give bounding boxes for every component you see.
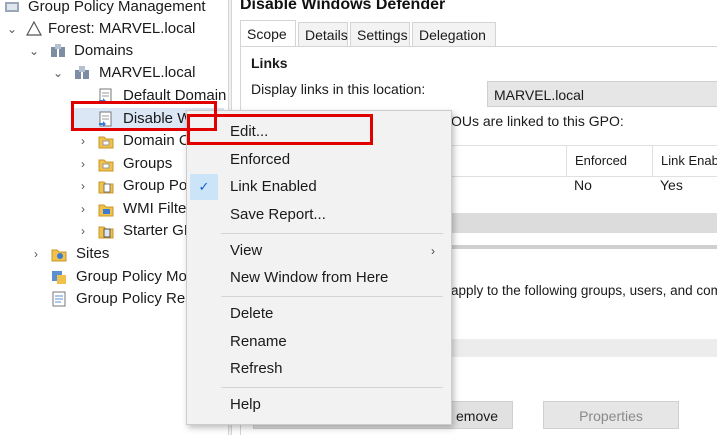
tab-details[interactable]: Details [298, 22, 348, 46]
tree-item-group-policy-management[interactable]: Group Policy Management [0, 0, 230, 18]
starter-gpo-folder-icon [98, 226, 114, 239]
tree-item-label: Domain C [123, 132, 190, 149]
domains-icon [51, 44, 65, 57]
linked-ous-text: OUs are linked to this GPO: [451, 113, 624, 129]
column-header-enforced[interactable]: Enforced [566, 146, 652, 176]
expand-chevron-icon[interactable]: › [77, 130, 89, 152]
tab-scope[interactable]: Scope [240, 20, 296, 46]
display-links-label: Display links in this location: [251, 81, 426, 97]
expand-chevron-icon[interactable]: ⌄ [28, 40, 40, 62]
tree-item-label: Group Po [123, 177, 188, 194]
remove-button-label: emove [456, 408, 499, 424]
tree-item-forest[interactable]: ⌄ Forest: MARVEL.local [0, 18, 230, 40]
menu-item-new-window-from-here[interactable]: New Window from Here [187, 265, 451, 291]
sites-icon [51, 249, 67, 262]
cell-link-enabled: Yes [660, 177, 683, 193]
tab-settings[interactable]: Settings [350, 22, 410, 46]
menu-item-view[interactable]: View › [187, 238, 451, 264]
tree-item-label: Group Policy Management [28, 0, 206, 15]
tab-delegation[interactable]: Delegation [412, 22, 496, 46]
highlight-box-edit [187, 114, 373, 145]
menu-item-label: Rename [230, 333, 287, 350]
menu-item-delete[interactable]: Delete [187, 301, 451, 327]
menu-item-enforced[interactable]: Enforced [187, 147, 451, 173]
tree-item-marvel-local[interactable]: ⌄ MARVEL.local [0, 62, 230, 84]
tree-item-label: MARVEL.local [99, 64, 196, 81]
tree-item-domains[interactable]: ⌄ Domains [0, 40, 230, 62]
menu-item-label: New Window from Here [230, 269, 389, 286]
menu-item-label: Delete [230, 305, 274, 322]
menu-item-label: Help [230, 396, 261, 413]
expand-chevron-icon[interactable]: › [77, 220, 89, 242]
expand-chevron-icon[interactable]: › [77, 175, 89, 197]
menu-separator [221, 296, 443, 297]
tree-item-label: Group Policy Res [76, 290, 193, 307]
gpo-folder-icon [98, 181, 114, 194]
menu-item-refresh[interactable]: Refresh [187, 356, 451, 382]
tree-item-label: Domains [74, 42, 134, 59]
check-icon: ✓ [190, 174, 218, 200]
domain-icon [75, 66, 89, 79]
ou-folder-icon [98, 136, 114, 149]
ou-folder-icon [98, 159, 114, 172]
gpo-title: Disable Windows Defender [240, 0, 446, 13]
tree-item-label: Forest: MARVEL.local [48, 20, 196, 37]
cell-enforced: No [574, 177, 592, 193]
tree-item-label: Group Policy Mo [76, 268, 187, 285]
menu-item-label: Enforced [230, 151, 291, 168]
expand-chevron-icon[interactable]: ⌄ [6, 18, 18, 40]
expand-chevron-icon[interactable]: › [77, 198, 89, 220]
expand-chevron-icon[interactable]: › [77, 153, 89, 175]
menu-item-label: Refresh [230, 360, 283, 377]
tree-item-label: Sites [76, 245, 110, 262]
menu-item-save-report[interactable]: Save Report... [187, 202, 451, 228]
column-header-link-enabled[interactable]: Link Enab [652, 146, 717, 176]
tree-item-label: WMI Filte [123, 200, 187, 217]
menu-item-label: Link Enabled [230, 178, 317, 195]
menu-item-rename[interactable]: Rename [187, 329, 451, 355]
menu-item-label: Save Report... [230, 206, 326, 223]
location-dropdown[interactable]: MARVEL.local [487, 81, 717, 107]
wmi-folder-icon [98, 204, 114, 217]
gpm-console-icon [5, 2, 19, 12]
submenu-arrow-icon: › [431, 244, 435, 258]
modeling-icon [52, 271, 66, 284]
menu-item-label: View [230, 242, 263, 259]
expand-chevron-icon[interactable]: › [30, 243, 42, 265]
links-heading: Links [251, 55, 288, 71]
results-icon [52, 291, 66, 307]
menu-separator [221, 233, 443, 234]
tree-item-label: Starter GP [123, 222, 194, 239]
context-menu: Edit... Enforced ✓ Link Enabled Save Rep… [186, 110, 452, 425]
tree-item-label: Groups [123, 155, 173, 172]
forest-icon [26, 21, 42, 36]
menu-item-help[interactable]: Help [187, 392, 451, 418]
expand-chevron-icon[interactable]: ⌄ [52, 62, 64, 84]
menu-item-link-enabled[interactable]: ✓ Link Enabled [187, 174, 451, 200]
menu-separator [221, 387, 443, 388]
properties-button[interactable]: Properties [543, 401, 679, 429]
security-filtering-text: apply to the following groups, users, an… [451, 283, 717, 298]
